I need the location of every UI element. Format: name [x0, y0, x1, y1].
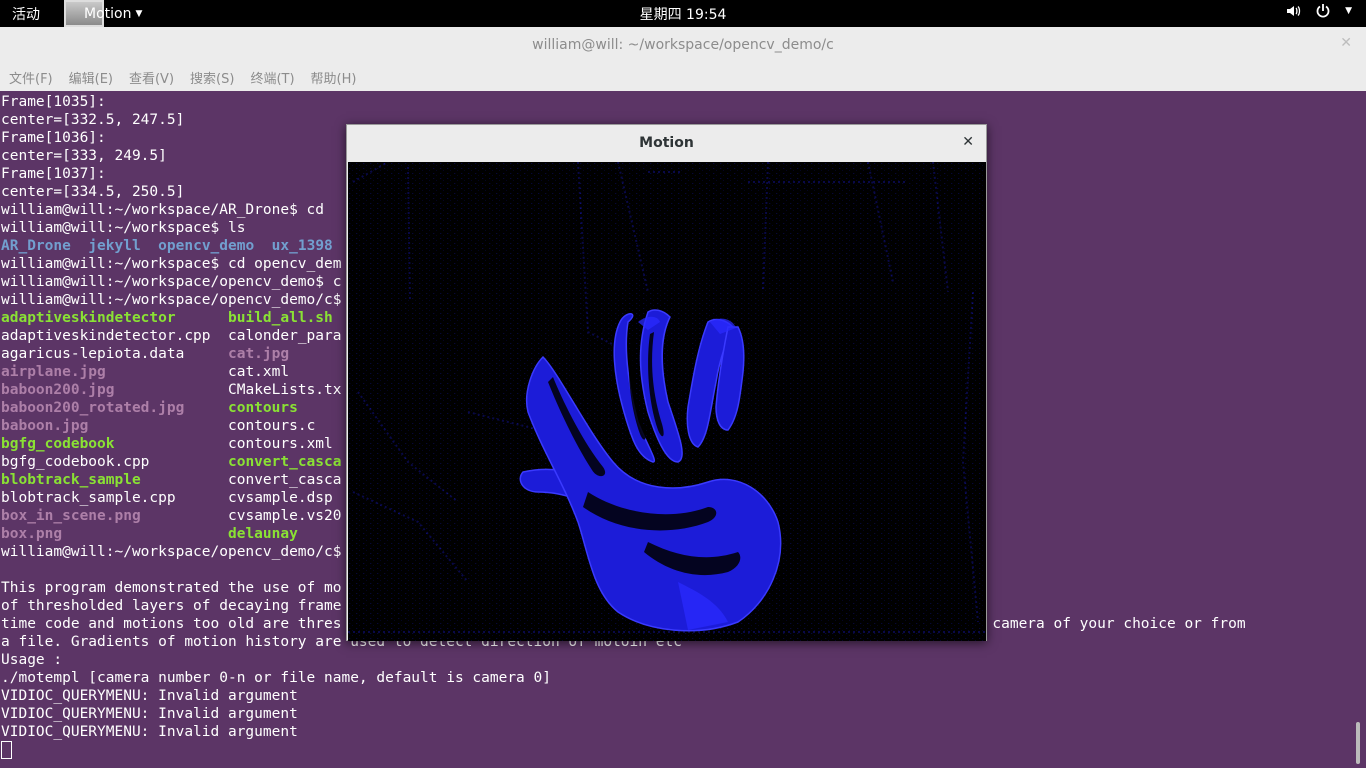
output-line: william@will:~/workspace/opencv_demo/c$ — [1, 292, 342, 308]
close-icon[interactable]: ✕ — [962, 134, 974, 150]
menu-file[interactable]: 文件(F) — [9, 68, 53, 87]
ls-entry: agaricus-lepiota.data — [1, 346, 185, 362]
ls-entry: blobtrack_sample — [1, 472, 141, 488]
menu-view[interactable]: 查看(V) — [129, 68, 174, 87]
activities-button[interactable]: 活动 — [12, 4, 40, 24]
output-line: Usage : — [1, 652, 63, 668]
output-line: william@will:~/workspace/opencv_demo/c$ — [1, 544, 342, 560]
ls-entry: baboon200_rotated.jpg — [1, 400, 185, 416]
ls-entry: adaptiveskindetector.cpp — [1, 328, 211, 344]
ls-entry: contours.c — [228, 418, 316, 434]
ls-entry: build_all.sh — [228, 310, 333, 326]
terminal-menubar: 文件(F) 编辑(E) 查看(V) 搜索(S) 终端(T) 帮助(H) — [0, 63, 1366, 91]
ls-entry: bgfg_codebook — [1, 436, 115, 452]
motion-titlebar[interactable]: Motion ✕ — [347, 125, 986, 161]
ls-entry: CMakeLists.tx — [228, 382, 342, 398]
output-line: william@will:~/workspace/AR_Drone$ cd — [1, 202, 325, 218]
terminal-title: william@will: ~/workspace/opencv_demo/c — [532, 37, 834, 53]
ls-entry: contours — [227, 400, 298, 416]
output-line: ./motempl [camera number 0-n or file nam… — [1, 670, 551, 686]
power-icon[interactable] — [1315, 3, 1331, 19]
output-line: center=[334.5, 250.5] — [1, 184, 185, 200]
ls-entry: bgfg_codebook.cpp — [1, 454, 150, 470]
output-line: Frame[1036]: — [1, 130, 106, 146]
ls-entry: cvsample.dsp — [228, 490, 333, 506]
ls-entry: box.png — [1, 526, 63, 542]
output-line: william@will:~/workspace$ ls — [1, 220, 246, 236]
ls-entry: cat.xml — [227, 364, 290, 380]
ls-entry: cat.jpg — [227, 346, 290, 362]
output-line: william@will:~/workspace$ cd opencv_dem — [1, 256, 342, 272]
ls-entry: cvsample.vs20 — [228, 508, 342, 524]
ls-entry: convert_casca — [227, 454, 342, 470]
ls-entry: adaptiveskindetector — [1, 310, 176, 326]
ls-entry: airplane.jpg — [1, 364, 106, 380]
output-line: time code and motions too old are thres — [1, 616, 342, 632]
terminal-titlebar[interactable]: william@will: ~/workspace/opencv_demo/c … — [0, 27, 1366, 63]
ls-entry: AR_Drone — [1, 238, 71, 254]
menu-help[interactable]: 帮助(H) — [311, 68, 357, 87]
output-line: center=[333, 249.5] — [1, 148, 167, 164]
menu-search[interactable]: 搜索(S) — [190, 68, 234, 87]
ls-entry: delaunay — [227, 526, 298, 542]
ls-entry: box_in_scene.png — [1, 508, 141, 524]
output-line: This program demonstrated the use of mo — [1, 580, 342, 596]
app-menu-label: Motion — [84, 5, 132, 22]
terminal-scrollbar[interactable] — [1356, 91, 1360, 768]
menu-edit[interactable]: 编辑(E) — [69, 68, 113, 87]
motion-window: Motion ✕ — [346, 124, 987, 641]
power-menu-arrow-icon: ▼ — [1345, 6, 1352, 16]
ls-entry: blobtrack_sample.cpp — [1, 490, 176, 506]
output-line: Frame[1037]: — [1, 166, 106, 182]
ls-entry: baboon.jpg — [1, 418, 89, 434]
speaker-icon[interactable] — [1285, 3, 1301, 19]
ls-entry: jekyll — [88, 238, 141, 254]
output-line: VIDIOC_QUERYMENU: Invalid argument — [1, 688, 298, 704]
ls-entry: opencv_demo — [158, 238, 255, 254]
clock[interactable]: 星期四 19:54 — [640, 7, 727, 23]
output-line: of thresholded layers of decaying frame — [1, 598, 342, 614]
system-tray[interactable]: ▼ — [1285, 3, 1352, 19]
close-icon[interactable]: ✕ — [1340, 35, 1352, 51]
motion-history-image — [348, 162, 986, 641]
output-line: Frame[1035]: — [1, 94, 106, 110]
terminal-cursor — [1, 741, 12, 759]
output-line: the camera of your choice or from — [957, 616, 1246, 632]
ls-entry: calonder_para — [227, 328, 342, 344]
output-line: william@will:~/workspace/opencv_demo$ c — [1, 274, 342, 290]
ls-entry: contours.xml — [228, 436, 333, 452]
output-line: VIDIOC_QUERYMENU: Invalid argument — [1, 724, 298, 740]
output-line: center=[332.5, 247.5] — [1, 112, 185, 128]
scrollbar-thumb[interactable] — [1356, 722, 1360, 764]
output-line: VIDIOC_QUERYMENU: Invalid argument — [1, 706, 298, 722]
ls-entry: ux_1398 — [271, 238, 333, 254]
ls-entry: baboon200.jpg — [1, 382, 115, 398]
ls-entry: convert_casca — [228, 472, 342, 488]
app-menu[interactable]: Motion ▼ — [64, 0, 142, 27]
motion-video-frame — [348, 162, 986, 641]
menu-terminal[interactable]: 终端(T) — [250, 68, 294, 87]
motion-title: Motion — [639, 135, 694, 151]
dropdown-arrow-icon: ▼ — [135, 8, 143, 19]
top-bar: 活动 Motion ▼ 星期四 19:54 ▼ — [0, 0, 1366, 27]
